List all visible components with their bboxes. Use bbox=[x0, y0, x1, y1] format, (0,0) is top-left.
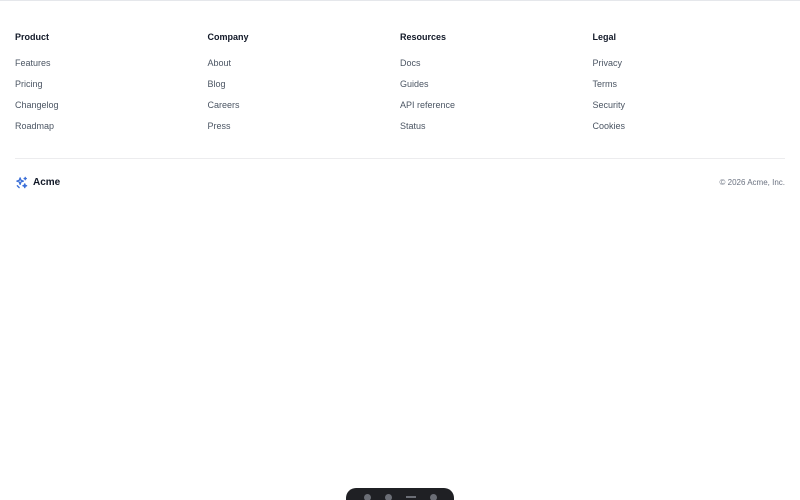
footer-link-cookies[interactable]: Cookies bbox=[593, 121, 626, 131]
footer-link-blog[interactable]: Blog bbox=[208, 79, 226, 89]
footer-link-pricing[interactable]: Pricing bbox=[15, 79, 43, 89]
footer-link-about[interactable]: About bbox=[208, 58, 232, 68]
footer-column-company: Company About Blog Careers Press bbox=[208, 31, 401, 140]
list-item: Docs bbox=[400, 56, 593, 77]
list-item: Changelog bbox=[15, 98, 208, 119]
footer-heading: Company bbox=[207, 32, 249, 42]
list-item: Security bbox=[593, 98, 786, 119]
footer-heading: Product bbox=[15, 32, 50, 42]
list-item: Features bbox=[15, 56, 208, 77]
circle-icon[interactable] bbox=[363, 494, 371, 500]
site-footer: Product Features Pricing Changelog Roadm… bbox=[15, 1, 785, 188]
footer-divider bbox=[15, 158, 785, 159]
footer-link-changelog[interactable]: Changelog bbox=[15, 100, 59, 110]
circle-icon[interactable] bbox=[384, 494, 392, 500]
footer-link-press[interactable]: Press bbox=[208, 121, 231, 131]
footer-link-roadmap[interactable]: Roadmap bbox=[15, 121, 54, 131]
footer-heading: Resources bbox=[400, 32, 447, 42]
footer-column-resources: Resources Docs Guides API reference Stat… bbox=[400, 31, 593, 140]
list-item: Press bbox=[208, 119, 401, 140]
list-item: Privacy bbox=[593, 56, 786, 77]
brand-logo-link[interactable]: Acme bbox=[15, 176, 60, 189]
menu-icon[interactable] bbox=[405, 496, 416, 498]
footer-link-privacy[interactable]: Privacy bbox=[593, 58, 623, 68]
footer-bottom-row: Acme © 2026 Acme, Inc. bbox=[15, 173, 785, 191]
footer-link-features[interactable]: Features bbox=[15, 58, 51, 68]
sparkle-logo-icon bbox=[16, 176, 28, 188]
circle-icon[interactable] bbox=[429, 494, 437, 500]
footer-link-terms[interactable]: Terms bbox=[593, 79, 618, 89]
footer-heading: Legal bbox=[592, 32, 617, 42]
footer-link-list: About Blog Careers Press bbox=[208, 56, 401, 140]
footer-link-careers[interactable]: Careers bbox=[208, 100, 240, 110]
list-item: API reference bbox=[400, 98, 593, 119]
footer-columns: Product Features Pricing Changelog Roadm… bbox=[15, 31, 785, 140]
list-item: Roadmap bbox=[15, 119, 208, 140]
list-item: Guides bbox=[400, 77, 593, 98]
footer-link-guides[interactable]: Guides bbox=[400, 79, 429, 89]
floating-toolbar bbox=[346, 488, 454, 500]
list-item: Status bbox=[400, 119, 593, 140]
footer-link-list: Features Pricing Changelog Roadmap bbox=[15, 56, 208, 140]
copyright-text: © 2026 Acme, Inc. bbox=[719, 177, 785, 187]
footer-link-list: Docs Guides API reference Status bbox=[400, 56, 593, 140]
footer-column-legal: Legal Privacy Terms Security Cookies bbox=[593, 31, 786, 140]
list-item: Cookies bbox=[593, 119, 786, 140]
list-item: Careers bbox=[208, 98, 401, 119]
page: Product Features Pricing Changelog Roadm… bbox=[0, 0, 800, 500]
footer-column-product: Product Features Pricing Changelog Roadm… bbox=[15, 31, 208, 140]
footer-link-security[interactable]: Security bbox=[593, 100, 626, 110]
footer-link-list: Privacy Terms Security Cookies bbox=[593, 56, 786, 140]
list-item: Pricing bbox=[15, 77, 208, 98]
list-item: Blog bbox=[208, 77, 401, 98]
footer-link-status[interactable]: Status bbox=[400, 121, 426, 131]
brand-name: Acme bbox=[33, 176, 61, 188]
footer-link-api-reference[interactable]: API reference bbox=[400, 100, 455, 110]
list-item: Terms bbox=[593, 77, 786, 98]
list-item: About bbox=[208, 56, 401, 77]
footer-link-docs[interactable]: Docs bbox=[400, 58, 421, 68]
